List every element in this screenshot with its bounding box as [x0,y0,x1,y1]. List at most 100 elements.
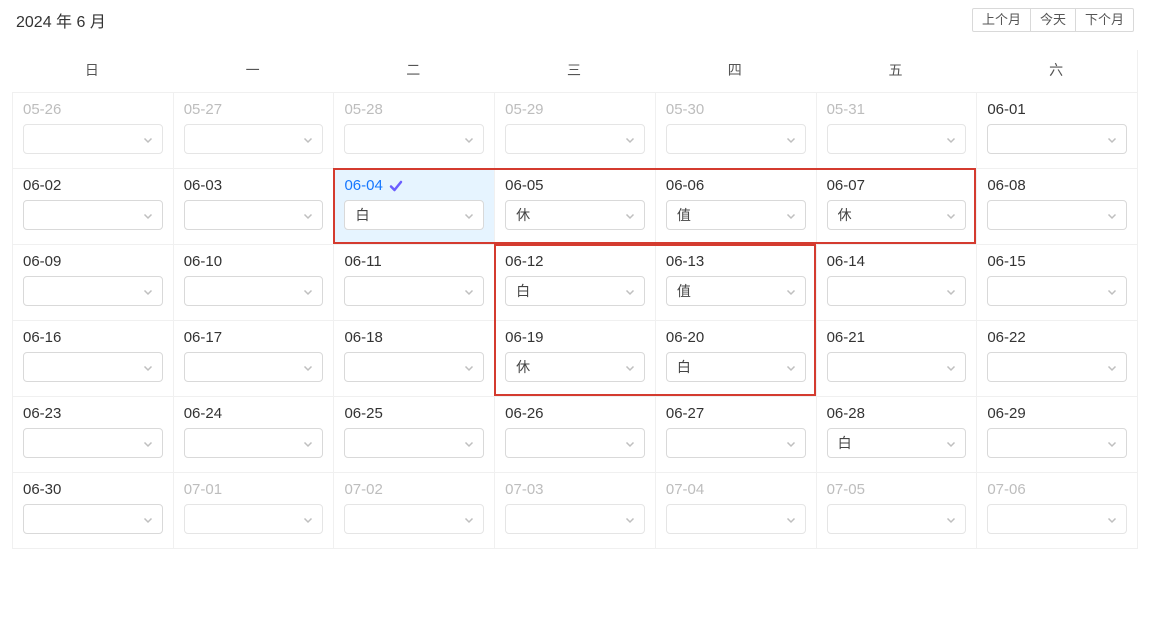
date-label: 06-06 [666,177,806,194]
shift-select[interactable]: 白 [344,200,484,230]
chevron-down-icon [945,361,957,373]
shift-select[interactable]: 休 [505,352,645,382]
shift-select[interactable] [344,504,484,534]
date-label: 06-29 [987,405,1127,422]
calendar-cell: 06-21 [816,320,977,396]
shift-select[interactable] [666,428,806,458]
calendar-cell: 07-05 [816,472,977,548]
calendar-week-row: 06-3007-0107-0207-0307-0407-0507-06 [12,472,1137,548]
shift-select[interactable] [827,352,967,382]
shift-select[interactable] [827,124,967,154]
calendar-cell: 06-15 [976,244,1137,320]
shift-select[interactable] [344,124,484,154]
next-month-button[interactable]: 下个月 [1075,8,1134,32]
calendar-cell: 06-23 [12,396,173,472]
date-label-text: 06-27 [666,405,704,422]
shift-select-value: 白 [677,357,691,377]
today-button[interactable]: 今天 [1030,8,1076,32]
chevron-down-icon [1106,209,1118,221]
shift-select-value: 白 [355,205,369,225]
shift-select[interactable]: 休 [827,200,967,230]
calendar-cell: 05-30 [655,92,816,168]
date-label: 06-27 [666,405,806,422]
shift-select[interactable] [23,200,163,230]
chevron-down-icon [302,513,314,525]
shift-select[interactable] [987,124,1127,154]
shift-select[interactable] [344,428,484,458]
calendar-cell: 07-03 [494,472,655,548]
date-label: 06-17 [184,329,324,346]
shift-select[interactable] [23,504,163,534]
date-label-text: 06-05 [505,177,543,194]
shift-select[interactable] [987,276,1127,306]
shift-select[interactable] [184,428,324,458]
shift-select[interactable] [344,352,484,382]
date-label: 06-23 [23,405,163,422]
shift-select[interactable] [184,352,324,382]
date-label: 06-04 [344,177,484,194]
date-label-text: 07-01 [184,481,222,498]
shift-select[interactable]: 白 [827,428,967,458]
date-label-text: 06-28 [827,405,865,422]
shift-select[interactable] [23,428,163,458]
calendar-cell: 06-01 [976,92,1137,168]
date-label-text: 06-03 [184,177,222,194]
date-label: 06-18 [344,329,484,346]
chevron-down-icon [945,209,957,221]
weekday-header: 二 [333,50,494,92]
shift-select[interactable] [23,352,163,382]
shift-select[interactable] [505,504,645,534]
shift-select[interactable] [827,276,967,306]
shift-select[interactable] [987,352,1127,382]
shift-select[interactable] [184,276,324,306]
date-label: 05-27 [184,101,324,118]
date-label-text: 06-12 [505,253,543,270]
shift-select[interactable] [344,276,484,306]
weekday-header: 五 [816,50,977,92]
shift-select[interactable] [505,428,645,458]
date-label: 06-14 [827,253,967,270]
shift-select[interactable] [666,124,806,154]
shift-select[interactable] [184,200,324,230]
chevron-down-icon [463,133,475,145]
date-label-text: 06-16 [23,329,61,346]
date-label-text: 06-22 [987,329,1025,346]
date-label: 06-21 [827,329,967,346]
weekday-header: 三 [494,50,655,92]
shift-select[interactable] [987,504,1127,534]
calendar-cell: 06-14 [816,244,977,320]
chevron-down-icon [624,133,636,145]
shift-select[interactable] [184,124,324,154]
month-nav: 上个月 今天 下个月 [972,8,1134,32]
prev-month-button[interactable]: 上个月 [972,8,1031,32]
date-label-text: 06-26 [505,405,543,422]
shift-select-value: 白 [516,281,530,301]
shift-select[interactable] [666,504,806,534]
weekday-header: 一 [173,50,334,92]
weekday-header-row: 日一二三四五六 [12,50,1137,92]
shift-select[interactable]: 白 [666,352,806,382]
calendar-cell: 06-24 [173,396,334,472]
shift-select[interactable]: 值 [666,276,806,306]
date-label-text: 05-30 [666,101,704,118]
shift-select[interactable] [827,504,967,534]
date-label-text: 06-17 [184,329,222,346]
calendar-cell: 06-06 值 [655,168,816,244]
shift-select[interactable] [184,504,324,534]
shift-select[interactable] [23,276,163,306]
calendar-cell: 06-25 [333,396,494,472]
calendar-cell: 06-02 [12,168,173,244]
chevron-down-icon [463,513,475,525]
shift-select[interactable]: 白 [505,276,645,306]
calendar-cell: 06-18 [333,320,494,396]
chevron-down-icon [463,437,475,449]
chevron-down-icon [302,361,314,373]
shift-select[interactable] [987,200,1127,230]
chevron-down-icon [945,133,957,145]
shift-select[interactable]: 休 [505,200,645,230]
shift-select[interactable] [987,428,1127,458]
shift-select[interactable] [505,124,645,154]
calendar-header: 2024 年 6 月 上个月 今天 下个月 [12,0,1138,50]
shift-select[interactable] [23,124,163,154]
shift-select[interactable]: 值 [666,200,806,230]
